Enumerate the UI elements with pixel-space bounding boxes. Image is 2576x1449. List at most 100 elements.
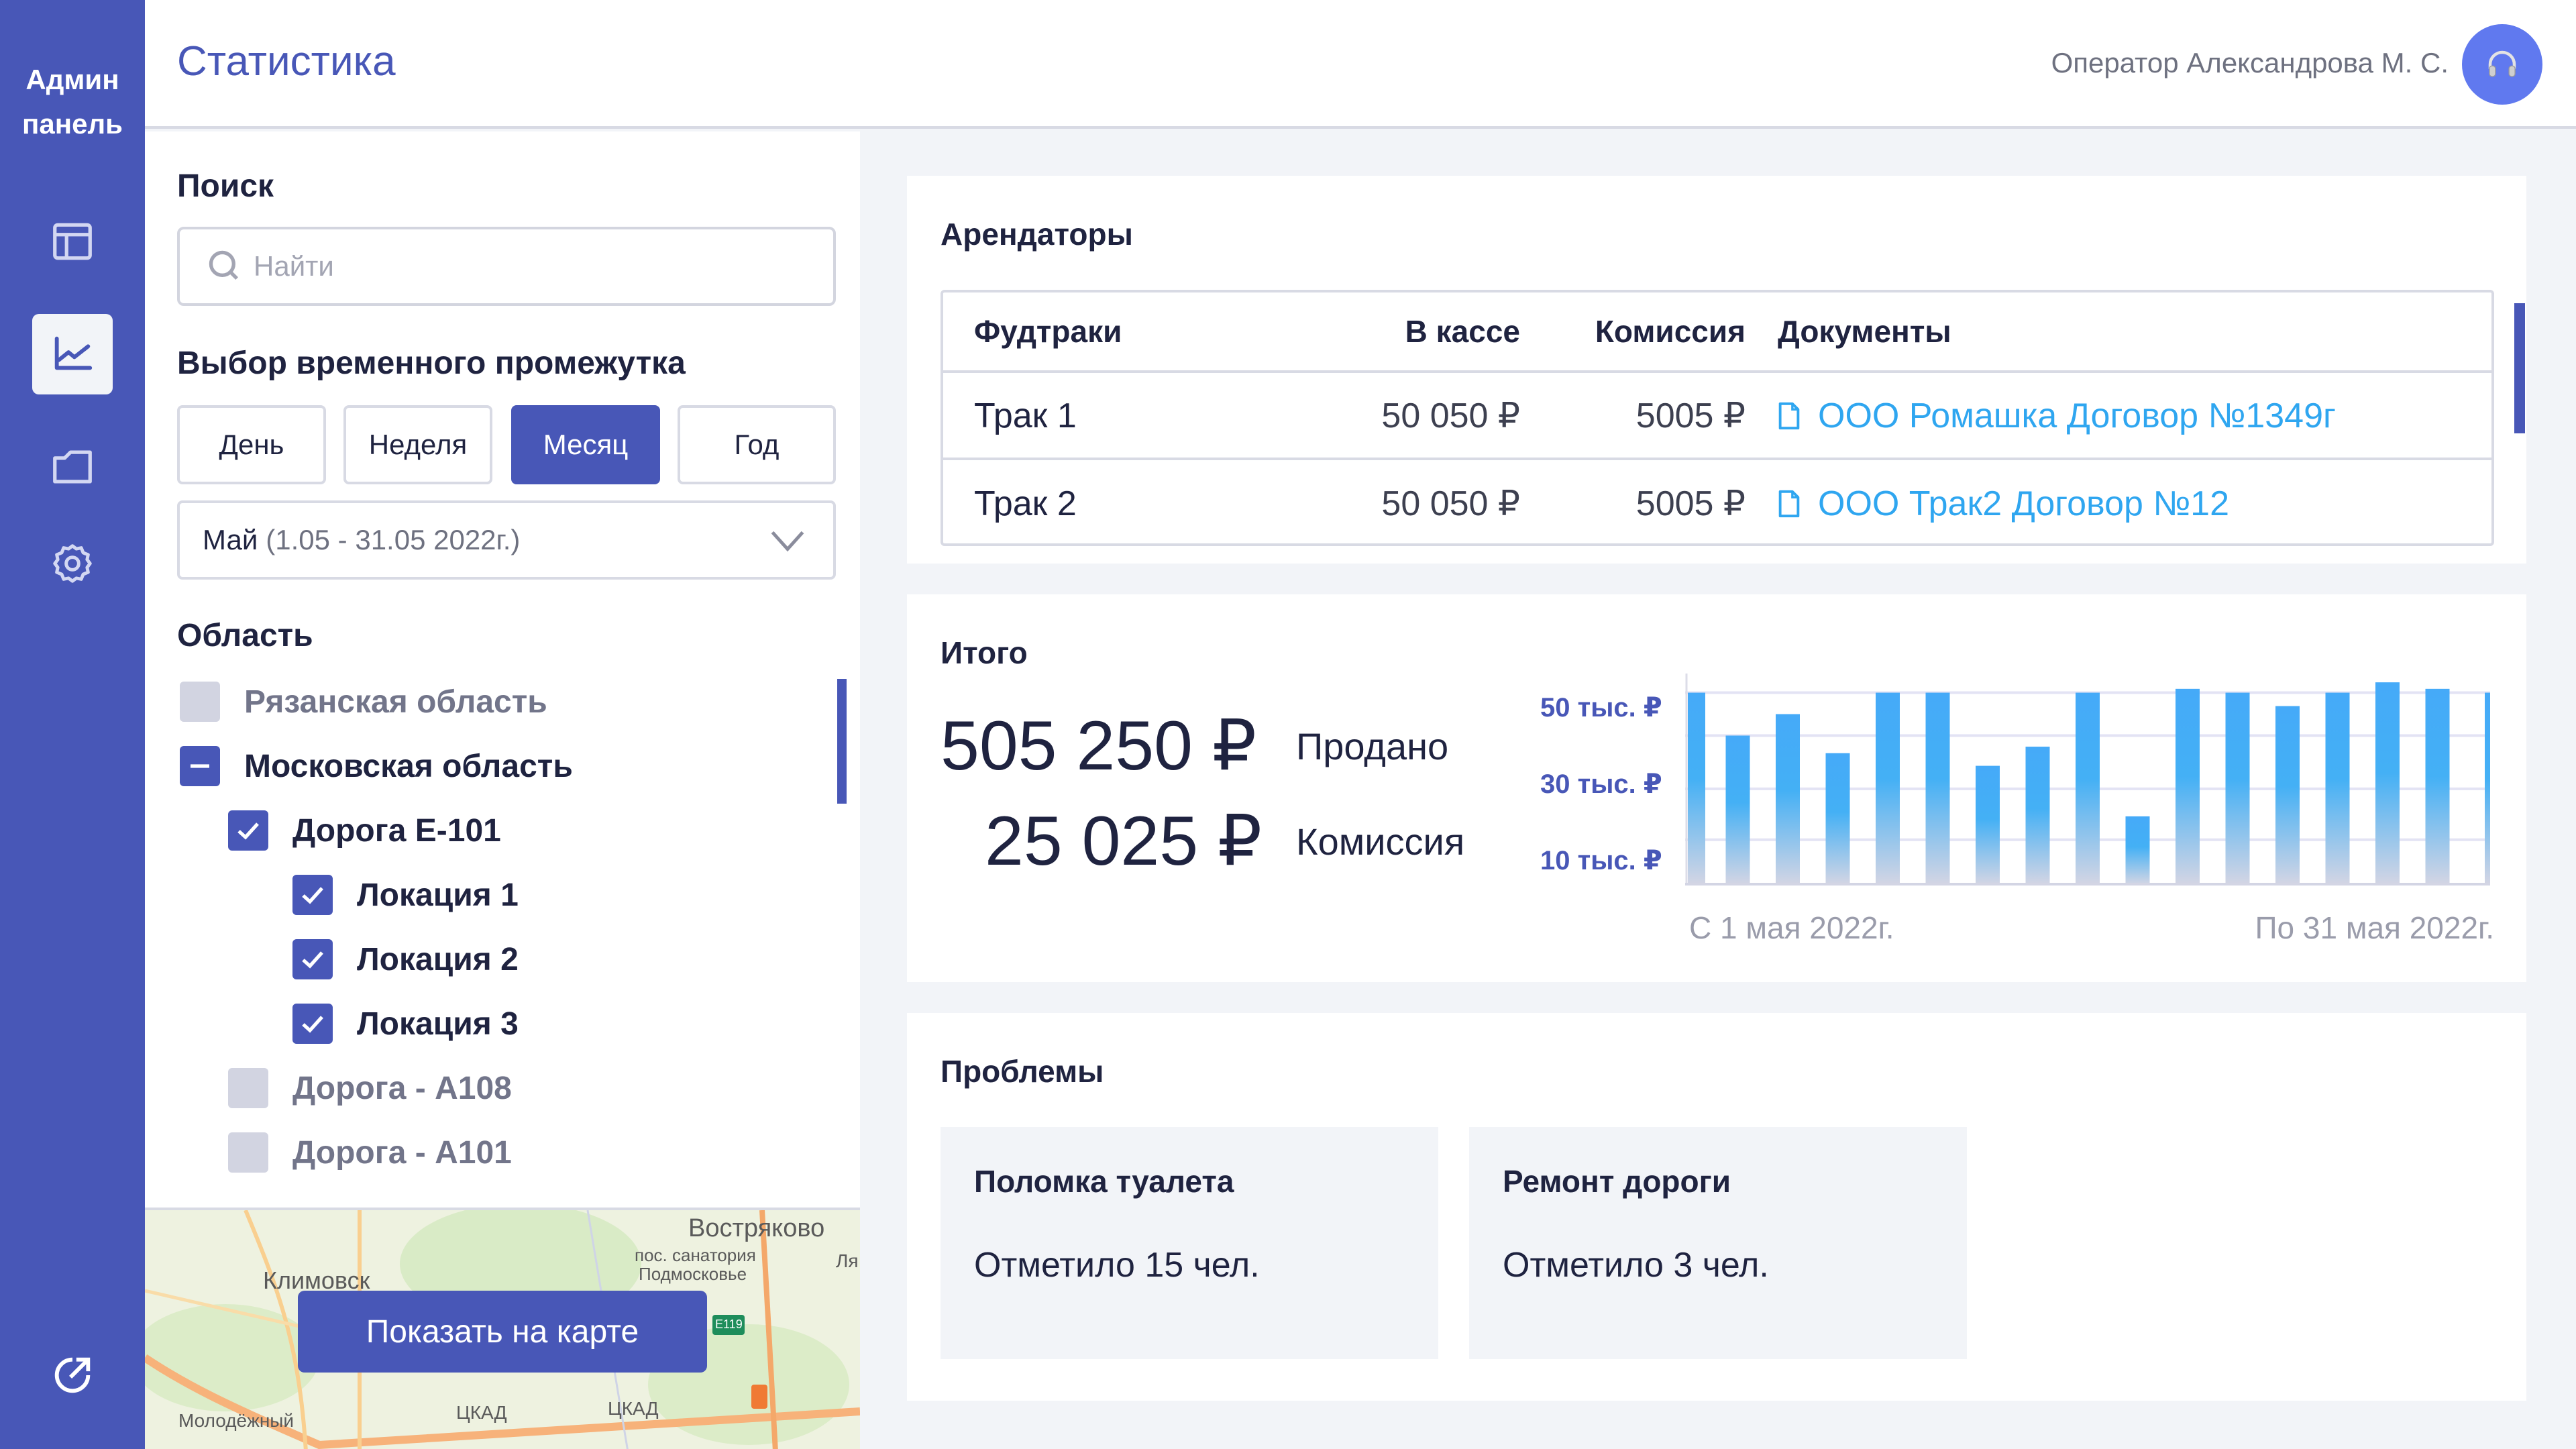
nav-external-link[interactable] — [32, 1335, 113, 1415]
bar — [2176, 688, 2200, 884]
tree-item-label: Рязанская область — [244, 684, 547, 720]
tree-item-label: Московская область — [244, 748, 573, 784]
y-tick-label: 10 тыс. ₽ — [1540, 846, 1662, 875]
problem-title: Поломка туалета — [974, 1164, 1234, 1199]
cell-cash: 50 050 ₽ — [1381, 484, 1520, 523]
checkbox-checked[interactable] — [292, 939, 333, 979]
tenants-scrollbar[interactable] — [2514, 303, 2525, 433]
bar — [1725, 735, 1750, 884]
totals-title: Итого — [941, 635, 1028, 670]
map-label: E119 — [715, 1318, 743, 1331]
checkbox-checked[interactable] — [228, 810, 268, 851]
checkbox-checked[interactable] — [292, 1004, 333, 1044]
col-documents: Документы — [1778, 314, 1951, 349]
tenants-title: Арендаторы — [941, 217, 1133, 252]
check-icon — [302, 1016, 323, 1033]
period-day-button[interactable]: День — [177, 405, 326, 484]
check-icon — [237, 822, 259, 840]
tree-item-label: Локация 2 — [357, 941, 519, 977]
folder-icon — [53, 450, 92, 484]
col-commission: Комиссия — [1595, 314, 1746, 349]
document-icon — [1778, 402, 1800, 430]
problems-title: Проблемы — [941, 1054, 1104, 1089]
brand-line2: панель — [22, 108, 123, 140]
bar — [1825, 753, 1850, 884]
col-foodtrucks: Фудтраки — [974, 314, 1122, 349]
map-label: Подмосковье — [639, 1264, 747, 1284]
x-start-label: С 1 мая 2022г. — [1689, 910, 1894, 945]
checkbox-unchecked[interactable] — [228, 1068, 268, 1108]
sales-bar-chart — [1685, 674, 2490, 885]
sold-value: 505 250 ₽ — [941, 707, 1256, 785]
external-link-icon — [54, 1357, 91, 1393]
bar — [1688, 692, 1705, 884]
period-year-button[interactable]: Год — [678, 405, 836, 484]
brand: Админ панель — [0, 58, 145, 146]
checkbox-unchecked[interactable] — [228, 1132, 268, 1173]
checkbox-indeterminate[interactable] — [180, 746, 220, 786]
check-icon — [302, 887, 323, 904]
show-on-map-button[interactable]: Показать на карте — [298, 1291, 707, 1373]
nav-documents[interactable] — [32, 427, 113, 507]
tree-item-a101[interactable]: Дорога - А101 — [228, 1132, 512, 1173]
month-select-value: Май — [203, 524, 258, 555]
search-input[interactable]: Найти — [177, 227, 836, 306]
tenants-table: Фудтраки В кассе Комиссия Документы Трак… — [941, 290, 2494, 546]
tree-item-label: Локация 1 — [357, 877, 519, 913]
operator-name: Оператор Александрова М. С. — [2051, 47, 2449, 78]
search-placeholder: Найти — [254, 250, 334, 282]
bar — [1876, 692, 1900, 884]
col-cash: В кассе — [1405, 314, 1520, 349]
tree-item-location-1[interactable]: Локация 1 — [292, 875, 519, 915]
tree-item-location-2[interactable]: Локация 2 — [292, 939, 519, 979]
nav-statistics[interactable] — [32, 314, 113, 394]
bar — [2025, 747, 2050, 884]
tree-item-a108[interactable]: Дорога - А108 — [228, 1068, 512, 1108]
checkbox-checked[interactable] — [292, 875, 333, 915]
cell-cash: 50 050 ₽ — [1381, 396, 1520, 435]
tree-item-moscow[interactable]: Московская область — [180, 746, 573, 786]
table-row: Трак 2 50 050 ₽ 5005 ₽ ООО Трак2 Договор… — [943, 462, 2491, 546]
document-link[interactable]: ООО Ромашка Договор №1349г — [1778, 396, 2336, 436]
map-label: пос. санатория — [635, 1245, 756, 1265]
tree-item-label: Дорога - А108 — [292, 1070, 512, 1106]
cell-name: Трак 1 — [974, 396, 1077, 435]
period-month-button[interactable]: Месяц — [511, 405, 660, 484]
tree-item-e101[interactable]: Дорога Е-101 — [228, 810, 501, 851]
chart-icon — [54, 336, 93, 370]
search-title: Поиск — [177, 168, 274, 204]
tree-item-location-3[interactable]: Локация 3 — [292, 1004, 519, 1044]
checkbox-unchecked[interactable] — [180, 682, 220, 722]
cell-commission: 5005 ₽ — [1635, 484, 1746, 523]
map-preview[interactable]: Востряково пос. санатория Подмосковье Кл… — [145, 1208, 860, 1449]
problem-card[interactable]: Поломка туалета Отметило 15 чел. — [941, 1127, 1438, 1359]
bar — [2125, 816, 2150, 884]
bar — [2375, 682, 2400, 884]
document-link[interactable]: ООО Трак2 Договор №12 — [1778, 484, 2229, 524]
problems-card: Проблемы Поломка туалета Отметило 15 чел… — [907, 1013, 2526, 1401]
tree-item-label: Дорога - А101 — [292, 1134, 512, 1171]
map-label: Ля — [836, 1250, 859, 1271]
commission-value: 25 025 ₽ — [985, 802, 1263, 880]
document-link-label: ООО Трак2 Договор №12 — [1818, 484, 2230, 523]
commission-label: Комиссия — [1296, 820, 1465, 863]
tree-scrollbar[interactable] — [837, 679, 847, 804]
problem-card[interactable]: Ремонт дороги Отметило 3 чел. — [1469, 1127, 1967, 1359]
map-label: ЦКАД — [456, 1402, 507, 1423]
period-week-button[interactable]: Неделя — [343, 405, 492, 484]
sidebar: Админ панель — [0, 0, 145, 1449]
problem-count: Отметило 15 чел. — [974, 1246, 1260, 1285]
bar — [2425, 688, 2450, 884]
tree-item-label: Дорога Е-101 — [292, 812, 501, 849]
region-title: Область — [177, 618, 313, 653]
month-select[interactable]: Май (1.05 - 31.05 2022г.) — [177, 500, 836, 580]
y-tick-label: 30 тыс. ₽ — [1540, 769, 1662, 799]
avatar[interactable] — [2462, 24, 2542, 105]
month-select-range: (1.05 - 31.05 2022г.) — [266, 524, 521, 555]
filter-panel: Поиск Найти Выбор временного промежутка … — [145, 131, 860, 1449]
nav-settings[interactable] — [32, 523, 113, 604]
problem-title: Ремонт дороги — [1503, 1164, 1731, 1199]
nav-dashboard[interactable] — [32, 201, 113, 282]
tree-item-ryazan[interactable]: Рязанская область — [180, 682, 547, 722]
tree-item-label: Локация 3 — [357, 1006, 519, 1042]
